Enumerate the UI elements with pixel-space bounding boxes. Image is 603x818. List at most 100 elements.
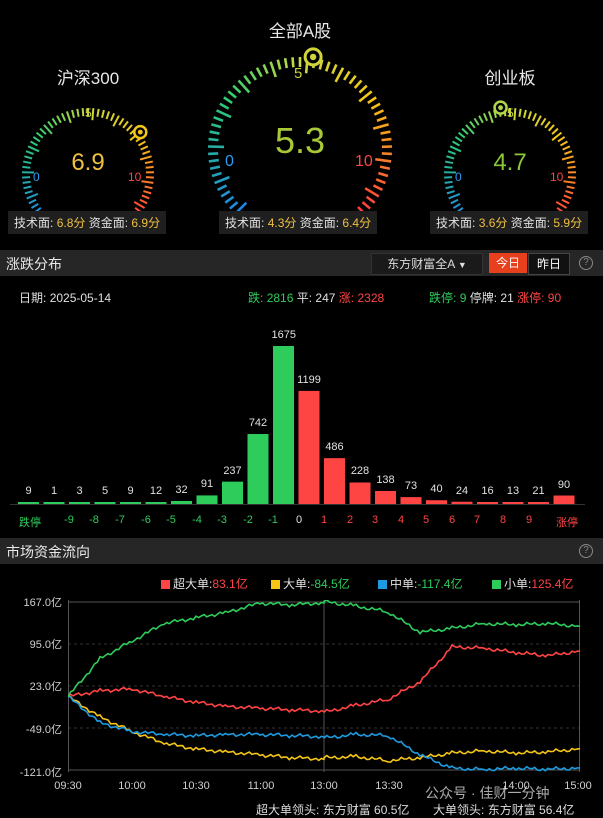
chinext-stats: 技术面: 3.6分 资金面: 5.9分 [430,211,589,234]
legend-swatch [378,580,387,589]
histogram-bar-label: 237 [223,464,242,477]
gauge-tick [22,180,31,184]
gauge-tick [361,201,371,210]
index-dropdown[interactable]: 东方财富全A ▼ [371,253,483,275]
gauge-tick [547,124,555,132]
gauge-tick [118,117,125,126]
histogram-bar-label: 13 [506,485,520,497]
gauge-hs300[interactable]: 沪深300 6.9 0 5 10 [10,62,166,232]
histogram-bar-label: 5 [101,485,109,497]
histogram-bar [247,434,269,504]
gauge-min: 0 [33,170,40,184]
histogram-category-label: 跌停 [19,517,41,529]
gauge-tick [229,201,239,210]
gauge-tick [125,124,133,132]
histogram-bar [553,495,575,504]
histogram-bar-label: 228 [350,465,370,478]
gauge-tick [446,190,455,195]
gauge-tick [139,198,148,205]
gauge-tick [334,67,345,83]
gauge-tick [561,198,570,205]
legend-swatch [492,580,501,589]
histogram-bar [502,502,524,504]
legend-value: 125.4亿 [531,577,574,591]
y-tick-label: -49.0亿 [25,724,62,736]
histogram-bar-label: 138 [376,473,395,486]
histogram-bar [94,502,116,504]
histogram-bar-label: 73 [404,480,418,493]
gauge-max: 10 [128,170,142,184]
gauge-tick [232,84,242,94]
histogram-bar [324,458,345,504]
histogram-bar [18,502,39,504]
gauge-tick [373,109,385,116]
gauge-tick [211,171,222,178]
histogram-bar [426,500,447,504]
tab-yesterday[interactable]: 昨日 [528,253,570,275]
histogram-bar-label: 9 [127,485,134,497]
gauge-tick [39,127,47,135]
y-tick-label: -121.0亿 [19,767,62,779]
gauge-tick [452,140,461,147]
legend-item[interactable]: 小单:125.4亿 [492,575,573,592]
gauge-tick [122,120,129,129]
histogram-bar-label: 21 [532,485,545,497]
gauge-tick [457,131,466,139]
legend-item[interactable]: 大单:-84.5亿 [271,575,350,592]
gauge-tick [81,108,85,117]
gauge-tick [353,79,363,89]
help-icon[interactable]: ? [579,256,593,270]
gauge-chinext[interactable]: 创业板 4.7 0 5 10 [432,62,588,232]
gauge-tick [563,194,572,200]
gauge-tick [137,140,146,147]
gauge-tick [110,112,115,122]
gauge-tick [269,61,277,78]
legend-item[interactable]: 中单:-117.4亿 [378,575,462,592]
gauge-tick [365,195,376,204]
all-a-stats: 技术面: 4.3分 资金面: 6.4分 [219,211,378,234]
gauge-tick [379,165,391,171]
histogram-bar-label: 9 [25,485,32,497]
gauge-tick [91,108,95,121]
chevron-down-icon: ▼ [457,260,467,270]
histogram-bar [400,497,422,504]
gauge-tick [101,109,105,118]
gauge-tick [331,63,338,75]
gauge-tick [51,117,58,126]
legend-item[interactable]: 超大单:83.1亿 [161,575,248,592]
x-tick-label: 15:00 [564,780,592,792]
legend-label: 大单: [283,577,311,591]
histogram-bar-label: 91 [200,478,214,491]
x-tick-label: 13:30 [375,780,403,792]
legend-value: -117.4亿 [417,577,463,591]
gauge-mid: 5 [507,106,514,120]
gauge-tick [370,102,381,110]
histogram-bar-label: 90 [557,478,571,491]
gauge-tick [217,184,228,192]
histogram-bar-label: 742 [248,417,268,429]
gauge-tick [555,200,568,209]
histogram-bar [145,502,167,504]
histogram-bar-label: 24 [455,484,469,497]
histogram-bar [222,481,243,504]
gauge-tick [445,185,454,190]
gauge-all-a[interactable]: 全部A股 5.3 0 5 10 [200,15,400,215]
gauge-min: 0 [455,170,462,184]
gauge-tick [224,195,235,204]
gauge-tick [223,96,233,105]
gauge-tick [372,184,383,192]
gauge-tick [532,112,537,122]
gauge-tick [214,175,230,185]
gauge-tick [483,112,488,122]
gauge-tick [551,127,559,135]
gauge-max: 10 [550,170,564,184]
histogram-bar [477,502,498,504]
gauge-tick [276,59,282,70]
gauge-tick [26,193,39,200]
watermark: 公众号 · 佳财一分钟 [425,785,550,801]
help-icon[interactable]: ? [579,544,593,558]
gauge-tick [30,203,39,209]
gauge-pointer-dot [137,129,143,135]
tab-today[interactable]: 今日 [489,253,527,273]
gauge-tick [243,74,252,85]
